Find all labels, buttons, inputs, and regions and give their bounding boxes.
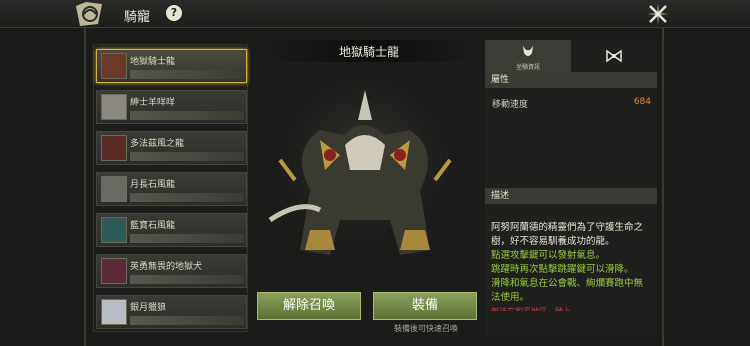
- mount-name: 英勇無畏的地獄犬: [130, 262, 203, 272]
- mount-list: 地獄騎士龍 紳士羊咩咩 多法茲風之龍 月長石風龍 藍寶石風龍 英勇無畏的地獄犬 …: [93, 44, 248, 332]
- mount-item[interactable]: 多法茲風之龍: [96, 131, 247, 165]
- description-text: 阿努阿蘭德的精靈們為了守護生命之樹，好不容易馴養成功的龍。: [491, 222, 644, 247]
- description-heading: 描述: [485, 188, 657, 204]
- close-icon[interactable]: [646, 2, 670, 26]
- equip-button[interactable]: 裝備: [373, 292, 477, 320]
- mount-slot-bar: [130, 234, 244, 243]
- right-frame: [662, 28, 664, 346]
- description-warning: 無法在和平地區，騎上: [491, 305, 651, 311]
- left-frame: [84, 28, 86, 346]
- page-title: 騎寵: [124, 10, 151, 25]
- mount-item[interactable]: 英勇無畏的地獄犬: [96, 254, 247, 288]
- mount-thumbnail: [101, 299, 127, 325]
- unsummon-button[interactable]: 解除召喚: [257, 292, 361, 320]
- mount-info-icon: [523, 46, 533, 56]
- tab-appearance[interactable]: [571, 40, 657, 72]
- mount-item[interactable]: 月長石風龍: [96, 172, 247, 206]
- mount-thumbnail: [101, 135, 127, 161]
- attributes-heading: 屬性: [485, 72, 657, 88]
- mount-slot-bar: [130, 193, 244, 202]
- mount-preview-model[interactable]: [250, 60, 480, 290]
- info-panel: 坐騎資訊 屬性 移動速度 684 描述 阿努阿蘭德的精靈們為了守護生命之樹，好不…: [485, 40, 657, 336]
- mount-item[interactable]: 地獄騎士龍: [96, 49, 247, 83]
- mount-slot-bar: [130, 111, 244, 120]
- mount-thumbnail: [101, 258, 127, 284]
- info-tabs: 坐騎資訊: [485, 40, 657, 72]
- mount-name: 月長石風龍: [130, 180, 176, 190]
- mount-description: 阿努阿蘭德的精靈們為了守護生命之樹，好不容易馴養成功的龍。 點選攻擊鍵可以發射氣…: [491, 221, 651, 311]
- help-icon[interactable]: ?: [166, 5, 182, 21]
- mount-name: 紳士羊咩咩: [130, 98, 176, 108]
- description-note: 跳躍時再次點擊跳躍鍵可以滑降。: [491, 264, 634, 275]
- mount-thumbnail: [101, 94, 127, 120]
- mount-item[interactable]: 紳士羊咩咩: [96, 90, 247, 124]
- bow-icon: [606, 49, 622, 63]
- mount-slot-bar: [130, 152, 244, 161]
- mount-slot-bar: [130, 70, 244, 79]
- tab-mount-info[interactable]: 坐騎資訊: [485, 40, 571, 72]
- top-bar: 騎寵 ?: [0, 0, 750, 28]
- mount-emblem-icon: [76, 2, 102, 26]
- mount-thumbnail: [101, 53, 127, 79]
- mount-name: 藍寶石風龍: [130, 221, 176, 231]
- mount-slot-bar: [130, 275, 244, 284]
- selected-mount-name: 地獄騎士龍: [338, 45, 399, 59]
- mount-item[interactable]: 藍寶石風龍: [96, 213, 247, 247]
- mount-name: 銀月獵狼: [130, 303, 167, 313]
- move-speed-value: 684: [633, 97, 651, 107]
- mount-name: 地獄騎士龍: [130, 57, 176, 67]
- description-note: 滑降和氣息在公會戰、絢爛賽跑中無法使用。: [491, 278, 644, 303]
- mount-thumbnail: [101, 217, 127, 243]
- mount-thumbnail: [101, 176, 127, 202]
- description-note: 點選攻擊鍵可以發射氣息。: [491, 250, 606, 261]
- equip-hint: 裝備後可快速召喚: [394, 324, 458, 333]
- mount-item[interactable]: 銀月獵狼: [96, 295, 247, 329]
- mount-slot-bar: [130, 316, 244, 325]
- mount-name: 多法茲風之龍: [130, 139, 185, 149]
- move-speed-label: 移動速度: [492, 100, 529, 110]
- tab-mount-info-label: 坐騎資訊: [515, 64, 540, 71]
